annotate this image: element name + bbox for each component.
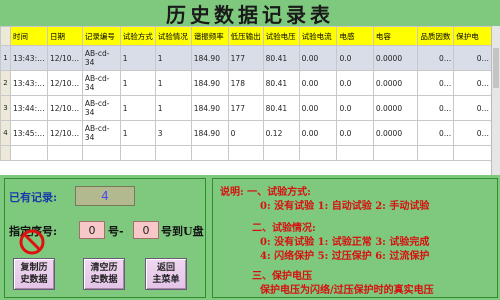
cell-current: 0.00	[298, 45, 338, 71]
from-index-input[interactable]: 0	[79, 221, 105, 239]
cell-status: 1	[154, 70, 192, 96]
cell-date: 12/10…	[46, 70, 83, 96]
to-index-input[interactable]: 0	[133, 221, 159, 239]
cell-date: 12/10…	[46, 95, 83, 121]
cell-inductance: 0.0	[336, 45, 374, 71]
note-mode-values: 0: 没有试验 1: 自动试验 2: 手动试验	[260, 201, 430, 212]
cell-inductance: 0.0	[336, 120, 374, 146]
cell-mode: 1	[119, 120, 156, 146]
cell-protect: 0…	[453, 120, 492, 146]
title-bar: 历史数据记录表	[0, 0, 500, 27]
clear-history-button[interactable]: 清空历 史数据	[83, 258, 125, 290]
page-title: 历史数据记录表	[166, 2, 334, 27]
prohibited-icon	[19, 229, 45, 255]
column-header[interactable]: 试验电流	[298, 26, 338, 46]
cell-frequency: 184.90	[190, 45, 229, 71]
row-index[interactable]: 4	[0, 120, 11, 146]
table-row[interactable]: 1 13:43:… 12/10… AB-cd-34 1 1 184.90 177…	[0, 45, 492, 71]
table-row[interactable]: 3 13:44:… 12/10… AB-cd-34 1 1 184.90 177…	[0, 95, 492, 121]
column-header[interactable]: 试验电压	[262, 26, 300, 46]
cell-frequency: 184.90	[190, 95, 229, 121]
row-index[interactable]: 1	[0, 45, 11, 71]
cell-record-id: AB-cd-34	[81, 120, 121, 146]
cell-inductance: 0.0	[336, 95, 374, 121]
row-index[interactable]	[0, 145, 11, 161]
cell-low-output: 0	[227, 120, 264, 146]
column-header[interactable]: 电感	[336, 26, 374, 46]
cell-voltage: 80.41	[262, 95, 300, 121]
cell-current: 0.00	[298, 120, 338, 146]
cell-protect: 0…	[453, 70, 492, 96]
cell-mode: 1	[119, 45, 156, 71]
column-header[interactable]: 试验情况	[154, 26, 192, 46]
cell-frequency: 184.90	[190, 70, 229, 96]
scroll-thumb[interactable]	[493, 48, 499, 88]
cell-low-output: 178	[227, 70, 264, 96]
cell-date: 12/10…	[46, 120, 83, 146]
cell-voltage: 0.12	[262, 120, 300, 146]
history-table[interactable]: 时间 日期 记录编号 试验方式 试验情况 谐振频率 低压输出 试验电压 试验电流…	[0, 26, 492, 175]
cell-status: 1	[154, 95, 192, 121]
record-count-display: 4	[75, 186, 135, 206]
to-u-disk-label: 号到U盘	[161, 225, 204, 238]
row-index[interactable]: 2	[0, 70, 11, 96]
cell-record-id: AB-cd-34	[81, 70, 121, 96]
cell-voltage: 80.41	[262, 45, 300, 71]
column-header[interactable]: 品质因数	[417, 26, 455, 46]
column-header[interactable]: 低压输出	[227, 26, 264, 46]
cell-status: 3	[154, 120, 192, 146]
cell-protect: 0…	[453, 95, 492, 121]
table-header-row: 时间 日期 记录编号 试验方式 试验情况 谐振频率 低压输出 试验电压 试验电流…	[0, 26, 492, 46]
row-index[interactable]: 3	[0, 95, 11, 121]
cell-time: 13:43:…	[9, 70, 48, 96]
column-header[interactable]: 时间	[9, 26, 48, 46]
note-heading-protect: 三、保护电压	[252, 271, 312, 282]
cell-mode: 1	[119, 70, 156, 96]
cell-time: 13:43:…	[9, 45, 48, 71]
cell-current: 0.00	[298, 70, 338, 96]
column-header[interactable]: 记录编号	[81, 26, 121, 46]
cell-time: 13:44:…	[9, 95, 48, 121]
cell-mode: 1	[119, 95, 156, 121]
cell-capacitance: 0.0000	[372, 45, 419, 71]
column-header[interactable]: 电容	[372, 26, 419, 46]
cell-current: 0.00	[298, 95, 338, 121]
cell-quality: 0…	[417, 95, 455, 121]
cell-inductance: 0.0	[336, 70, 374, 96]
copy-history-button[interactable]: 复制历 史数据	[13, 258, 55, 290]
cell-quality: 0…	[417, 120, 455, 146]
to-label: 号-	[108, 225, 124, 238]
cell-date: 12/10…	[46, 45, 83, 71]
cell-capacitance: 0.0000	[372, 95, 419, 121]
note-heading-status: 二、试验情况:	[252, 223, 316, 234]
note-status-values-2: 4: 闪络保护 5: 过压保护 6: 过流保护	[260, 251, 430, 262]
cell-time: 13:45:…	[9, 120, 48, 146]
cell-record-id: AB-cd-34	[81, 95, 121, 121]
table-row[interactable]: 4 13:45:… 12/10… AB-cd-34 1 3 184.90 0 0…	[0, 120, 492, 146]
cell-low-output: 177	[227, 45, 264, 71]
existing-records-label: 已有记录:	[9, 191, 58, 204]
column-header[interactable]: 试验方式	[119, 26, 156, 46]
column-header[interactable]: 日期	[46, 26, 83, 46]
column-header[interactable]: 保护电	[453, 26, 492, 46]
cell-status: 1	[154, 45, 192, 71]
table-row[interactable]: 2 13:43:… 12/10… AB-cd-34 1 1 184.90 178…	[0, 70, 492, 96]
cell-capacitance: 0.0000	[372, 120, 419, 146]
column-header[interactable]: 谐振频率	[190, 26, 229, 46]
cell-record-id: AB-cd-34	[81, 45, 121, 71]
table-scrollbar[interactable]	[491, 26, 500, 175]
cell-quality: 0…	[417, 45, 455, 71]
cell-voltage: 80.41	[262, 70, 300, 96]
cell-frequency: 184.90	[190, 120, 229, 146]
note-protect-desc: 保护电压为闪络/过压保护时的真实电压	[260, 285, 434, 296]
cell-protect: 0…	[453, 45, 492, 71]
back-to-menu-button[interactable]: 返回 主菜单	[145, 258, 187, 290]
cell-quality: 0…	[417, 70, 455, 96]
row-header-corner	[0, 26, 11, 46]
cell-capacitance: 0.0000	[372, 70, 419, 96]
table-row-empty[interactable]	[0, 145, 492, 161]
note-heading-mode: 说明: 一、试验方式:	[220, 187, 311, 198]
note-status-values-1: 0: 没有试验 1: 试验正常 3: 试验完成	[260, 237, 430, 248]
cell-low-output: 177	[227, 95, 264, 121]
